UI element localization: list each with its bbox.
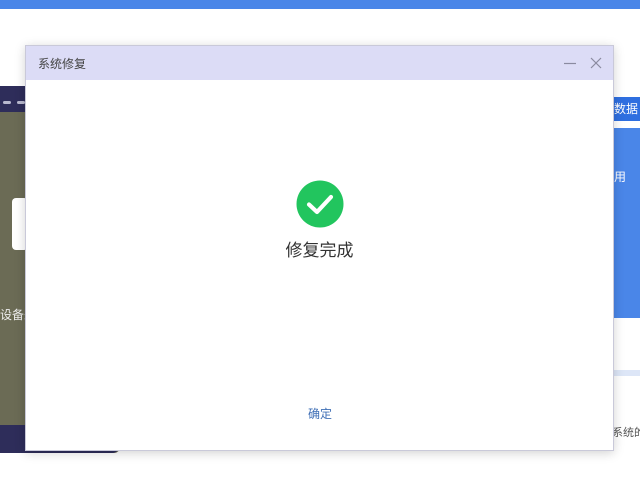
minimize-icon	[564, 62, 576, 65]
background-dash	[3, 101, 11, 104]
system-repair-dialog: 系统修复 修复完成 确定	[25, 45, 614, 451]
dialog-titlebar[interactable]: 系统修复	[26, 46, 613, 80]
confirm-button[interactable]: 确定	[290, 402, 350, 424]
background-right-panel: 用	[612, 128, 640, 318]
minimize-button[interactable]	[561, 54, 579, 72]
background-left-text: 设备未	[0, 308, 26, 322]
background-right-text: 系统的	[612, 426, 640, 439]
check-circle-icon	[296, 180, 344, 228]
background-right-panel-label: 用	[614, 170, 627, 184]
dialog-title: 系统修复	[38, 57, 87, 71]
background-dash	[17, 101, 25, 104]
top-accent-bar	[0, 0, 640, 9]
close-button[interactable]	[587, 54, 605, 72]
close-icon	[590, 57, 602, 69]
background-right-strip	[614, 370, 640, 376]
repair-status-text: 修复完成	[285, 241, 354, 261]
